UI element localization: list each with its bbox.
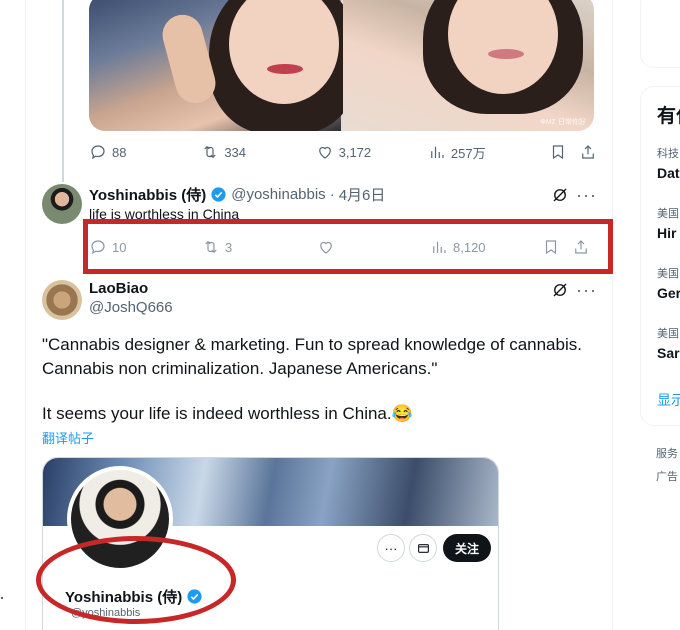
bookmark-icon — [553, 145, 564, 160]
trend-title[interactable]: Dat — [657, 165, 680, 181]
user-handle[interactable]: @yoshinabbis — [231, 186, 325, 203]
reply-button[interactable]: 88 — [89, 143, 201, 161]
more-button[interactable]: ··· — [377, 534, 405, 562]
reply-count: 88 — [112, 144, 127, 160]
annotation-circle — [36, 536, 236, 624]
grok-icon[interactable] — [551, 186, 569, 204]
trend-category: 美国 — [657, 208, 679, 220]
trend-category: 美国 — [657, 268, 679, 280]
quoted-bio-text: "Cannabis designer & marketing. Fun to s… — [42, 335, 582, 378]
verified-badge-icon — [211, 187, 226, 202]
bookmark-button[interactable] — [549, 143, 579, 161]
avatar[interactable] — [42, 280, 82, 320]
like-count: 3,172 — [338, 144, 372, 160]
user-name[interactable]: LaoBiao — [89, 280, 148, 297]
views-button[interactable]: 257万 — [428, 143, 549, 162]
show-more-link[interactable]: 显示 — [657, 390, 680, 410]
stray-dot — [1, 597, 3, 599]
trend-title[interactable]: Hir — [657, 225, 676, 241]
reply-text: It seems your life is indeed worthless i… — [42, 404, 413, 423]
retweet-icon — [204, 145, 216, 159]
trends-panel: 有什 科技 Dat 美国 Hir 美国 Ger 美国 Sar 显示 — [640, 86, 680, 426]
footer-link[interactable]: 服务 — [656, 445, 678, 461]
footer-link[interactable]: 广告 — [656, 468, 678, 484]
sidebar-panel-top — [640, 0, 680, 68]
mail-icon — [417, 543, 429, 553]
translate-post-link[interactable]: 翻译帖子 — [42, 428, 94, 447]
heart-icon — [318, 146, 331, 159]
avatar[interactable] — [42, 184, 82, 224]
trends-heading: 有什 — [657, 106, 680, 127]
tweet-media[interactable]: ΦΜΣ 日常你好 — [89, 0, 594, 131]
retweet-count: 334 — [224, 144, 247, 160]
post-date[interactable]: 4月6日 — [339, 184, 386, 205]
user-name[interactable]: Yoshinabbis (侍) — [89, 184, 206, 205]
photo-left[interactable] — [89, 0, 359, 131]
retweet-button[interactable]: 334 — [201, 143, 315, 161]
follow-button[interactable]: 关注 — [443, 534, 491, 562]
photo-right[interactable]: ΦΜΣ 日常你好 — [342, 0, 594, 131]
message-button[interactable] — [409, 534, 437, 562]
reply-header: Yoshinabbis (侍) @yoshinabbis · 4月6日 — [89, 184, 385, 205]
reply-icon — [91, 145, 105, 160]
trend-title[interactable]: Ger — [657, 285, 680, 301]
views-icon — [431, 146, 444, 158]
user-handle[interactable]: @JoshQ666 — [89, 299, 173, 316]
like-button[interactable]: 3,172 — [316, 143, 428, 161]
grok-icon[interactable] — [551, 281, 569, 299]
tweet-actions: 88 334 3,172 257万 — [89, 142, 597, 162]
share-button[interactable] — [579, 143, 597, 161]
more-options-icon[interactable]: ··· — [576, 186, 597, 204]
share-icon — [582, 145, 594, 159]
thread-connector-line — [62, 0, 64, 182]
trend-title[interactable]: Sar — [657, 345, 680, 361]
trend-category: 科技 — [657, 148, 679, 160]
views-count: 257万 — [450, 145, 486, 161]
media-watermark: ΦΜΣ 日常你好 — [540, 119, 586, 126]
more-options-icon[interactable]: ··· — [576, 281, 597, 299]
separator-dot: · — [329, 186, 335, 203]
annotation-highlight-box — [83, 219, 613, 274]
trend-category: 美国 — [657, 328, 679, 340]
